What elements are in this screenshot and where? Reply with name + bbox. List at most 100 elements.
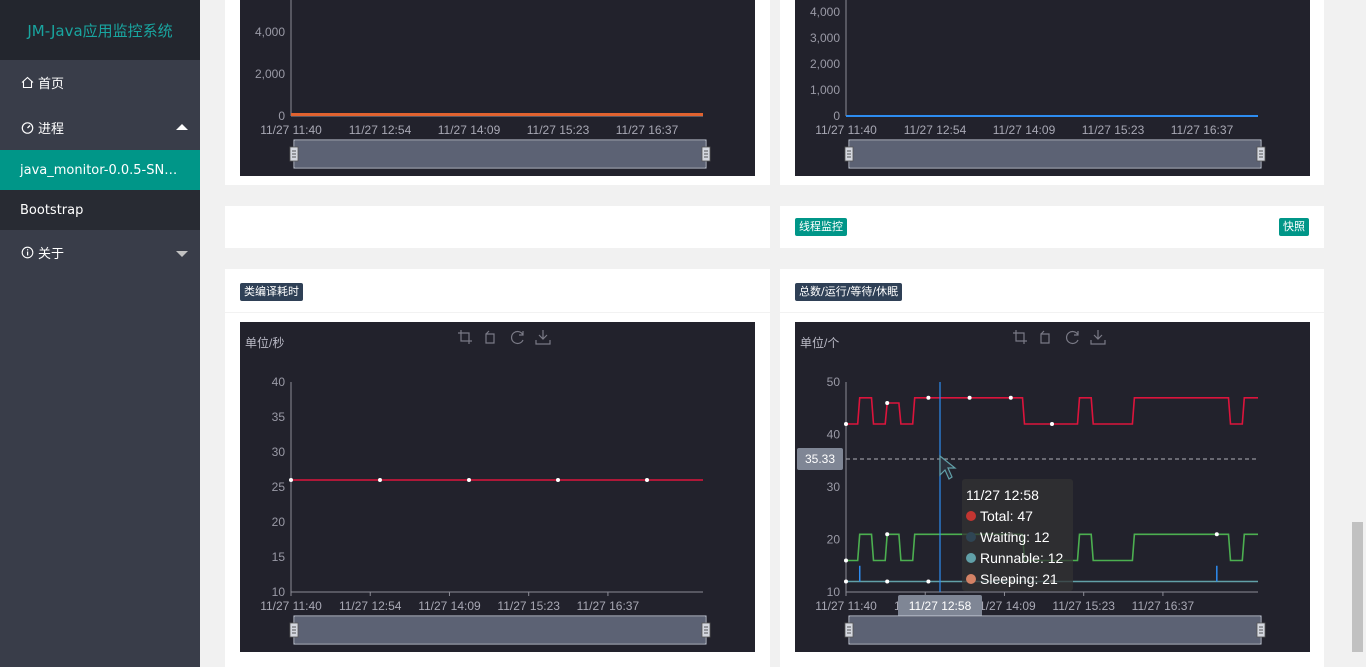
card-class-compile: 类编译耗时 单位/秒 10 15 20 25 30 35 40 11/27 11:40 11/27…: [225, 269, 770, 667]
toolbox[interactable]: [1013, 330, 1106, 345]
download-icon[interactable]: [535, 330, 551, 345]
x-tick-label: 11/27 11:40: [260, 123, 322, 137]
chart-class-compile[interactable]: 单位/秒 10 15 20 25 30 35 40 11/27 11:40 11/27 12:54…: [240, 322, 755, 652]
tooltip-marker: [966, 574, 976, 584]
data-point: [556, 478, 560, 482]
y-axis: 10 20 30 40 50: [827, 375, 847, 599]
y-tick-label: 3,000: [810, 31, 840, 45]
x-tick-label: 11/27 12:54: [904, 123, 967, 137]
card-threads: 总数/运行/等待/休眠 单位/个 10 20 30 40 50 11/27 11:40 11/…: [780, 269, 1324, 667]
data-zoom-right-handle[interactable]: [1256, 146, 1266, 162]
card-thread-monitor: 线程监控 快照: [780, 206, 1324, 248]
data-point: [844, 579, 848, 584]
data-zoom-right-handle[interactable]: [701, 622, 711, 638]
y-tick-label: 40: [827, 428, 841, 442]
x-tick-label: 11/27 14:09: [973, 599, 1036, 613]
crop-icon[interactable]: [1013, 330, 1027, 344]
chart-top-left[interactable]: 0 2,000 4,000 11/27 11:40 11/27 12:54 11/27 1…: [240, 0, 755, 176]
y-axis: 0 1,000 2,000 3,000 4,000: [810, 0, 847, 123]
data-zoom-right-handle[interactable]: [701, 146, 711, 162]
home-icon: [20, 76, 34, 90]
app-brand: JM-Java应用监控系统: [0, 0, 200, 60]
tooltip-title: 11/27 12:58: [966, 487, 1039, 503]
nav-item-app[interactable]: java_monitor-0.0.5-SN…: [0, 150, 200, 190]
nav-item-home-label: 首页: [38, 77, 65, 92]
chevron-up-icon: [176, 123, 188, 130]
data-zoom-left-handle[interactable]: [844, 146, 854, 162]
y-tick-label: 50: [827, 375, 841, 389]
data-point: [1008, 395, 1013, 400]
data-point: [289, 478, 293, 482]
tooltip-marker: [966, 553, 976, 563]
tooltip: 11/27 12:58 Total: 47 Waiting: 12 Runnable:…: [962, 479, 1073, 591]
x-pointer-value: 11/27 12:58: [909, 599, 972, 613]
thread-monitor-badge: 线程监控: [795, 218, 847, 236]
unit-label: 单位/秒: [245, 335, 284, 350]
x-tick-label: 11/27 14:09: [418, 599, 481, 613]
y-tick-label: 10: [272, 585, 286, 599]
crop-icon[interactable]: [458, 330, 472, 344]
undo-icon[interactable]: [485, 330, 495, 344]
card-top-left: 0 2,000 4,000 11/27 11:40 11/27 12:54 11/27 1…: [225, 0, 770, 185]
refresh-icon[interactable]: [1065, 330, 1079, 345]
data-point: [645, 478, 649, 482]
x-axis: 11/27 11:4011/27 12:5411/27 14:0911/27 1…: [815, 591, 1258, 613]
y-tick-label: 40: [272, 375, 286, 389]
refresh-icon[interactable]: [510, 330, 524, 345]
tooltip-item: Total: 47: [980, 508, 1033, 524]
y-tick-label: 30: [272, 445, 286, 459]
data-zoom-right-handle[interactable]: [1256, 622, 1266, 638]
data-zoom-left-handle[interactable]: [844, 622, 854, 638]
info-icon: [20, 246, 34, 260]
nav-item-home[interactable]: 首页: [0, 60, 200, 105]
tooltip-marker: [966, 532, 976, 542]
chart-top-right[interactable]: 0 1,000 2,000 3,000 4,000 11/27 11:40 11/27 12…: [795, 0, 1310, 176]
nav-item-about[interactable]: 关于: [0, 230, 200, 275]
unit-label: 单位/个: [800, 335, 839, 350]
y-tick-label: 0: [833, 109, 840, 123]
data-point: [844, 558, 848, 563]
data-point: [467, 478, 471, 482]
tooltip-item: Waiting: 12: [980, 529, 1050, 545]
nav-item-process-label: 进程: [38, 122, 65, 137]
data-point: [885, 401, 890, 405]
download-icon[interactable]: [1090, 330, 1106, 345]
y-tick-label: 35: [272, 410, 286, 424]
data-zoom-window: [850, 141, 1260, 167]
data-zoom-slider[interactable]: [289, 139, 711, 169]
data-point: [1050, 422, 1054, 426]
series-total-line: [846, 397, 1258, 425]
toolbox[interactable]: [458, 330, 551, 345]
tooltip-item: Sleeping: 21: [980, 571, 1058, 587]
data-zoom-slider[interactable]: [289, 615, 711, 645]
data-point: [844, 422, 848, 426]
class-compile-title: 类编译耗时: [240, 283, 303, 301]
y-axis: 10 15 20 25 30 35 40: [272, 375, 292, 599]
y-tick-label: 4,000: [810, 5, 840, 19]
data-zoom-left-handle[interactable]: [289, 622, 299, 638]
series-area: [291, 113, 703, 116]
data-zoom-window: [295, 617, 705, 643]
x-axis: 11/27 11:4011/27 12:5411/27 14:0911/27 1…: [815, 115, 1258, 137]
nav-item-process[interactable]: 进程: [0, 105, 200, 150]
data-zoom-slider[interactable]: [844, 615, 1266, 645]
page-scrollbar-thumb[interactable]: [1352, 522, 1363, 652]
chevron-down-icon: [176, 250, 188, 257]
chart-threads[interactable]: 单位/个 10 20 30 40 50 11/27 11:4011/27 12:5411/2…: [795, 322, 1310, 652]
x-tick-label: 11/27 15:23: [1082, 123, 1145, 137]
data-point: [885, 532, 890, 537]
data-zoom-slider[interactable]: [844, 139, 1266, 169]
data-zoom-left-handle[interactable]: [289, 146, 299, 162]
nav-item-app-label: java_monitor-0.0.5-SN…: [20, 162, 178, 178]
snapshot-button[interactable]: 快照: [1279, 218, 1309, 236]
card-header: 总数/运行/等待/休眠: [780, 269, 1324, 313]
x-tick-label: 11/27 12:54: [349, 123, 412, 137]
axis-pointer-value: 35.33: [805, 452, 835, 466]
card-empty: [225, 206, 770, 248]
nav-item-bootstrap-label: Bootstrap: [20, 202, 84, 218]
nav-item-bootstrap[interactable]: Bootstrap: [0, 190, 200, 230]
undo-icon[interactable]: [1040, 330, 1050, 344]
y-tick-label: 4,000: [255, 25, 285, 39]
data-zoom-window: [850, 617, 1260, 643]
card-header: 类编译耗时: [225, 269, 770, 313]
